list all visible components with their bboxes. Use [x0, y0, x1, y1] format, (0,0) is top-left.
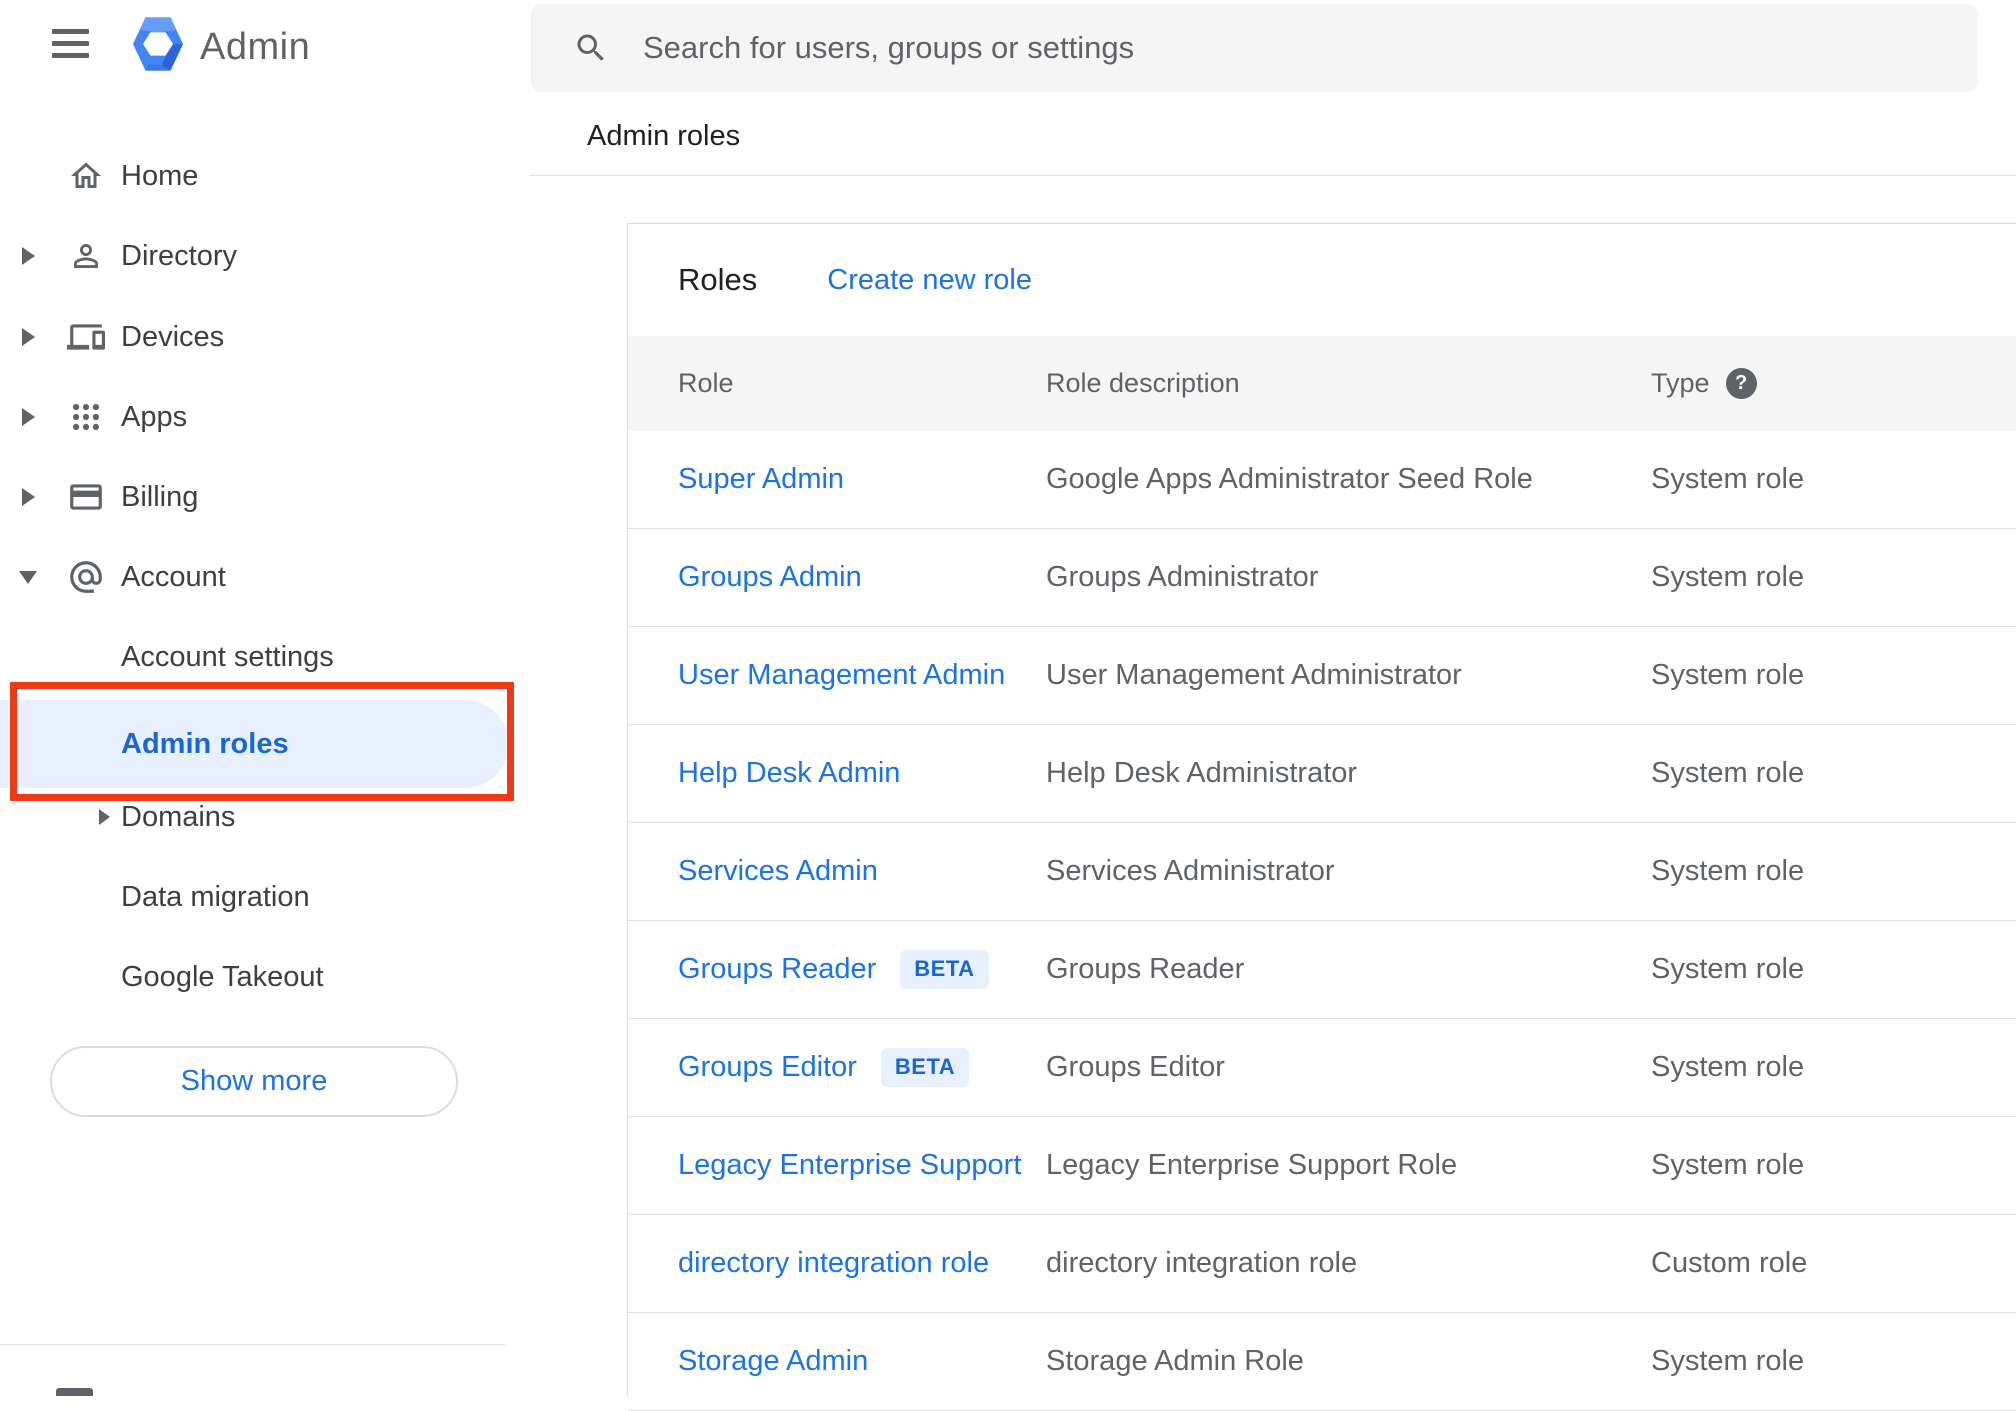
- admin-logo-icon: [133, 17, 183, 71]
- table-row: directory integration role directory int…: [628, 1215, 2016, 1313]
- roles-card: Roles Create new role Role Role descript…: [627, 223, 2016, 1411]
- sidebar-item-label: Admin roles: [121, 727, 289, 760]
- role-type: System role: [1651, 561, 1805, 593]
- show-more-button[interactable]: Show more: [50, 1046, 458, 1117]
- expand-arrow-icon[interactable]: [20, 328, 36, 346]
- role-link[interactable]: User Management Admin: [678, 659, 1005, 691]
- table-row: Super Admin Google Apps Administrator Se…: [628, 431, 2016, 529]
- sidebar-item-label: Apps: [121, 400, 188, 433]
- role-type: System role: [1651, 757, 1805, 789]
- sidebar-item-label: Directory: [121, 239, 238, 272]
- table-header: Role Role description Type ?: [628, 336, 2016, 431]
- role-type: System role: [1651, 855, 1805, 887]
- collapse-arrow-icon[interactable]: [19, 570, 37, 584]
- sidebar-item-label: Google Takeout: [121, 960, 324, 993]
- table-row: Groups Admin Groups Administrator System…: [628, 529, 2016, 627]
- sidebar-item-directory[interactable]: Directory: [0, 216, 516, 296]
- sidebar-item-devices[interactable]: Devices: [0, 297, 516, 377]
- sidebar-item-home[interactable]: Home: [0, 136, 516, 216]
- role-link[interactable]: Legacy Enterprise Support: [678, 1149, 1021, 1181]
- table-row: Help Desk Admin Help Desk Administrator …: [628, 725, 2016, 823]
- search-input[interactable]: [643, 4, 1963, 92]
- expand-arrow-icon[interactable]: [20, 408, 36, 426]
- sidebar-item-google-takeout[interactable]: Google Takeout: [0, 937, 516, 1017]
- role-type: System role: [1651, 1149, 1805, 1181]
- role-link[interactable]: Groups Reader: [678, 953, 876, 985]
- search-bar[interactable]: [531, 4, 1978, 92]
- role-description: Legacy Enterprise Support Role: [1046, 1149, 1458, 1181]
- sidebar-item-apps[interactable]: Apps: [0, 377, 516, 457]
- role-type: System role: [1651, 953, 1805, 985]
- sidebar-item-label: Account settings: [121, 640, 334, 673]
- role-type: System role: [1651, 659, 1805, 691]
- role-description: Groups Editor: [1046, 1051, 1225, 1083]
- table-row: Storage Admin Storage Admin Role System …: [628, 1313, 2016, 1411]
- sidebar-item-label: Data migration: [121, 880, 310, 913]
- hamburger-menu-icon[interactable]: [52, 29, 89, 58]
- sidebar-divider: [0, 1344, 505, 1345]
- at-icon: [66, 557, 106, 597]
- role-description: Groups Reader: [1046, 953, 1245, 985]
- column-header-role: Role: [678, 368, 734, 398]
- sidebar-item-account-settings[interactable]: Account settings: [0, 617, 516, 697]
- role-type: System role: [1651, 1345, 1805, 1377]
- role-description: Services Administrator: [1046, 855, 1335, 887]
- table-row: Services Admin Services Administrator Sy…: [628, 823, 2016, 921]
- apps-grid-icon: [66, 397, 106, 437]
- devices-icon: [66, 317, 106, 357]
- table-row: Legacy Enterprise Support Legacy Enterpr…: [628, 1117, 2016, 1215]
- create-new-role-link[interactable]: Create new role: [827, 264, 1032, 297]
- credit-card-icon: [66, 477, 106, 517]
- role-link[interactable]: Help Desk Admin: [678, 757, 900, 789]
- role-type: System role: [1651, 1051, 1805, 1083]
- role-description: directory integration role: [1046, 1247, 1358, 1279]
- role-description: User Management Administrator: [1046, 659, 1462, 691]
- role-description: Groups Administrator: [1046, 561, 1319, 593]
- role-description: Storage Admin Role: [1046, 1345, 1304, 1377]
- table-row: Groups Editor BETA Groups Editor System r…: [628, 1019, 2016, 1117]
- column-header-description: Role description: [1046, 368, 1240, 398]
- beta-badge: BETA: [880, 1048, 970, 1087]
- column-header-type: Type: [1651, 368, 1710, 398]
- cutoff-sidebar-icon: [56, 1388, 93, 1396]
- person-icon: [66, 236, 106, 276]
- expand-arrow-icon[interactable]: [20, 488, 36, 506]
- sidebar-item-domains[interactable]: Domains: [0, 777, 516, 857]
- help-icon[interactable]: ?: [1725, 368, 1757, 399]
- search-icon: [577, 34, 604, 61]
- beta-badge: BETA: [900, 950, 989, 989]
- card-title: Roles: [678, 262, 758, 297]
- role-type: Custom role: [1651, 1247, 1808, 1279]
- sidebar-item-label: Account: [121, 560, 226, 593]
- breadcrumb: Admin roles: [587, 120, 741, 152]
- table-row: User Management Admin User Management Ad…: [628, 627, 2016, 725]
- sidebar-item-billing[interactable]: Billing: [0, 457, 516, 537]
- sidebar-item-label: Billing: [121, 480, 199, 513]
- expand-arrow-icon[interactable]: [96, 809, 112, 825]
- role-link[interactable]: directory integration role: [678, 1247, 989, 1279]
- expand-arrow-icon[interactable]: [20, 247, 36, 265]
- sidebar-item-data-migration[interactable]: Data migration: [0, 857, 516, 937]
- sidebar-item-label: Devices: [121, 320, 225, 353]
- role-type: System role: [1651, 463, 1805, 495]
- sidebar-item-account[interactable]: Account: [0, 537, 516, 617]
- sidebar-item-label: Domains: [121, 800, 236, 833]
- role-link[interactable]: Services Admin: [678, 855, 878, 887]
- header-divider: [530, 175, 2016, 176]
- role-link[interactable]: Storage Admin: [678, 1345, 868, 1377]
- table-row: Groups Reader BETA Groups Reader System r…: [628, 921, 2016, 1019]
- sidebar-item-admin-roles[interactable]: Admin roles: [0, 704, 516, 784]
- role-link[interactable]: Super Admin: [678, 463, 844, 495]
- sidebar-item-label: Home: [121, 159, 199, 192]
- role-description: Google Apps Administrator Seed Role: [1046, 463, 1533, 495]
- role-link[interactable]: Groups Editor: [678, 1051, 857, 1083]
- app-title: Admin: [200, 26, 311, 68]
- role-link[interactable]: Groups Admin: [678, 561, 862, 593]
- role-description: Help Desk Administrator: [1046, 757, 1358, 789]
- home-icon: [66, 156, 106, 196]
